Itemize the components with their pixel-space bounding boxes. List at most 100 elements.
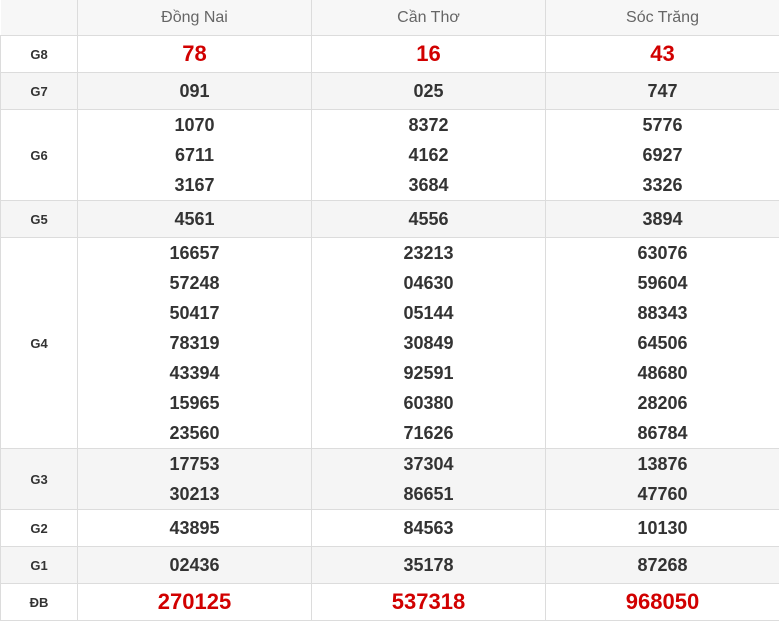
prize-number: 78319 <box>169 333 220 353</box>
prize-number: 4162 <box>408 145 449 165</box>
province-header: Cần Thơ <box>311 0 546 36</box>
prize-row: G6 1070 6711 3167 8372 4162 3684 5776 6927 3326 <box>0 109 779 201</box>
prize-label: G2 <box>0 509 78 547</box>
prize-number: 35178 <box>403 555 454 575</box>
prize-cell: 43 <box>545 35 779 73</box>
prize-number: 537318 <box>391 589 466 614</box>
prize-number: 02436 <box>169 555 220 575</box>
prize-cell: 3894 <box>545 200 779 238</box>
prize-number: 6927 <box>642 145 683 165</box>
prize-cell: 8372 4162 3684 <box>311 109 546 201</box>
prize-number: 47760 <box>637 484 688 504</box>
prize-number: 270125 <box>157 589 232 614</box>
prize-cell: 968050 <box>545 583 779 621</box>
prize-cell: 02436 <box>77 546 312 584</box>
prize-number: 57248 <box>169 273 220 293</box>
prize-number: 04630 <box>403 273 454 293</box>
prize-cell: 025 <box>311 72 546 110</box>
prize-cell: 1070 6711 3167 <box>77 109 312 201</box>
prize-cell: 63076 59604 88343 64506 48680 28206 86784 <box>545 237 779 449</box>
prize-label: G4 <box>0 237 78 449</box>
prize-cell: 16 <box>311 35 546 73</box>
prize-row: ĐB 270125 537318 968050 <box>0 583 779 621</box>
prize-cell: 87268 <box>545 546 779 584</box>
prize-label: G1 <box>0 546 78 584</box>
prize-cell: 270125 <box>77 583 312 621</box>
prize-label: G5 <box>0 200 78 238</box>
prize-cell: 5776 6927 3326 <box>545 109 779 201</box>
prize-row: G1 02436 35178 87268 <box>0 546 779 584</box>
prize-row: G4 16657 57248 50417 78319 43394 15965 23560 232… <box>0 237 779 449</box>
prize-number: 28206 <box>637 393 688 413</box>
prize-cell: 747 <box>545 72 779 110</box>
prize-number: 3894 <box>642 209 683 229</box>
prize-number: 17753 <box>169 454 220 474</box>
prize-number: 43895 <box>169 518 220 538</box>
prize-number: 6711 <box>174 145 215 165</box>
prize-cell: 13876 47760 <box>545 448 779 510</box>
prize-cell: 4561 <box>77 200 312 238</box>
prize-cell: 37304 86651 <box>311 448 546 510</box>
prize-number: 3167 <box>174 175 215 195</box>
prize-row: G2 43895 84563 10130 <box>0 509 779 547</box>
prize-number: 15965 <box>169 393 220 413</box>
prize-number: 5776 <box>642 115 683 135</box>
prize-row: G3 17753 30213 37304 86651 13876 47760 <box>0 448 779 510</box>
prize-number: 23560 <box>169 423 220 443</box>
prize-cell: 10130 <box>545 509 779 547</box>
prize-number: 025 <box>413 81 444 101</box>
prize-label: ĐB <box>0 583 78 621</box>
prize-number: 59604 <box>637 273 688 293</box>
prize-number: 4561 <box>174 209 215 229</box>
prize-number: 87268 <box>637 555 688 575</box>
prize-number: 3684 <box>408 175 449 195</box>
prize-number: 30213 <box>169 484 220 504</box>
prize-number: 48680 <box>637 363 688 383</box>
prize-cell: 4556 <box>311 200 546 238</box>
prize-cell: 35178 <box>311 546 546 584</box>
prize-number: 747 <box>647 81 678 101</box>
prize-label: G6 <box>0 109 78 201</box>
lottery-results-table: Đồng Nai Cần Thơ Sóc Trăng G8 78 16 43 G7 091… <box>0 0 779 621</box>
prize-number: 84563 <box>403 518 454 538</box>
prize-number: 05144 <box>403 303 454 323</box>
prize-number: 1070 <box>174 115 215 135</box>
prize-number: 3326 <box>642 175 683 195</box>
prize-number: 091 <box>179 81 210 101</box>
prize-label: G3 <box>0 448 78 510</box>
prize-cell: 091 <box>77 72 312 110</box>
header-row: Đồng Nai Cần Thơ Sóc Trăng <box>0 0 779 36</box>
prize-cell: 16657 57248 50417 78319 43394 15965 23560 <box>77 237 312 449</box>
prize-number: 8372 <box>408 115 449 135</box>
prize-row: G8 78 16 43 <box>0 35 779 73</box>
province-header: Sóc Trăng <box>545 0 779 36</box>
prize-number: 78 <box>182 41 207 66</box>
prize-number: 37304 <box>403 454 454 474</box>
header-corner <box>0 0 78 36</box>
prize-label: G7 <box>0 72 78 110</box>
prize-number: 71626 <box>403 423 454 443</box>
prize-number: 13876 <box>637 454 688 474</box>
prize-cell: 43895 <box>77 509 312 547</box>
prize-number: 43394 <box>169 363 220 383</box>
prize-number: 43 <box>650 41 675 66</box>
prize-row: G5 4561 4556 3894 <box>0 200 779 238</box>
prize-number: 23213 <box>403 243 454 263</box>
prize-cell: 23213 04630 05144 30849 92591 60380 71626 <box>311 237 546 449</box>
prize-cell: 537318 <box>311 583 546 621</box>
prize-number: 88343 <box>637 303 688 323</box>
prize-number: 30849 <box>403 333 454 353</box>
prize-number: 10130 <box>637 518 688 538</box>
prize-number: 4556 <box>408 209 449 229</box>
prize-number: 92591 <box>403 363 454 383</box>
prize-number: 968050 <box>625 589 700 614</box>
prize-number: 60380 <box>403 393 454 413</box>
results-body: G8 78 16 43 G7 091 025 747 G6 1070 6711 3167 8372 416… <box>0 35 779 621</box>
prize-number: 64506 <box>637 333 688 353</box>
prize-number: 50417 <box>169 303 220 323</box>
prize-number: 16 <box>416 41 441 66</box>
prize-row: G7 091 025 747 <box>0 72 779 110</box>
prize-number: 86651 <box>403 484 454 504</box>
prize-label: G8 <box>0 35 78 73</box>
prize-number: 86784 <box>637 423 688 443</box>
